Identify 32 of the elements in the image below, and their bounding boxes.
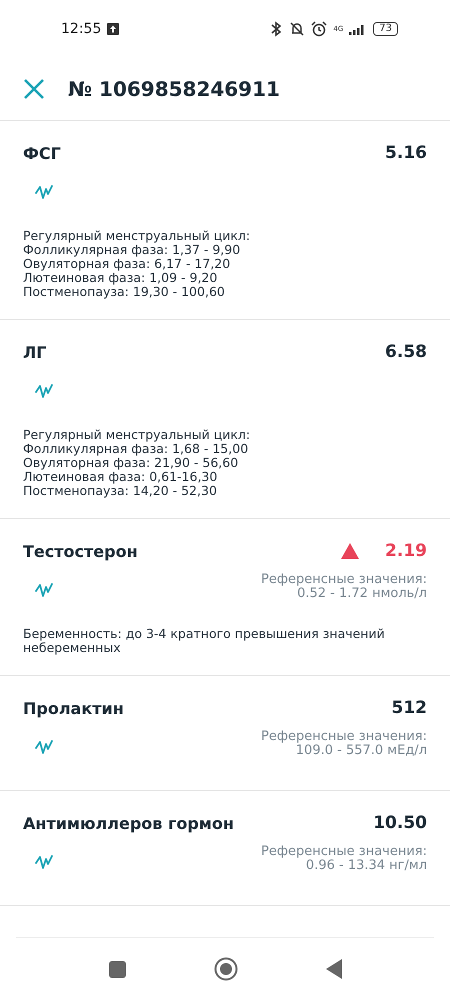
pulse-icon[interactable] xyxy=(35,183,55,201)
test-value: 2.19 xyxy=(385,541,427,561)
reference-note: Регулярный менструальный цикл: Фолликулярная фаза: 1,37 - 9,90 Овуляторная фаза: 6,17 - 17,20 Лютеиновая фаза: 1,09 - 9,20 Постменопауза: 19,30 - 100,60 xyxy=(23,229,252,299)
back-icon[interactable] xyxy=(326,959,342,979)
order-number: № 1069858246911 xyxy=(68,77,280,101)
test-value: 512 xyxy=(392,698,427,718)
pulse-icon[interactable] xyxy=(35,853,55,871)
upload-icon xyxy=(107,23,120,35)
alarm-icon xyxy=(311,21,328,37)
reference-range: Референсные значения: 109.0 - 557.0 мЕд/л xyxy=(261,730,427,758)
pulse-icon[interactable] xyxy=(35,581,55,599)
test-value: 6.58 xyxy=(385,342,427,362)
reference-range: Референсные значения: 0.52 - 1.72 нмоль/л xyxy=(261,573,427,601)
home-icon[interactable] xyxy=(214,957,238,981)
test-name: ФСГ xyxy=(23,144,61,162)
bluetooth-icon xyxy=(269,21,284,37)
test-name: Тестостерон xyxy=(23,542,138,560)
pulse-icon[interactable] xyxy=(35,738,55,756)
status-time: 12:55 xyxy=(61,21,102,37)
test-name: ЛГ xyxy=(23,342,46,362)
muted-bell-icon xyxy=(289,21,306,37)
test-value: 5.16 xyxy=(385,143,427,163)
close-icon[interactable] xyxy=(22,77,46,101)
reference-note: Регулярный менструальный цикл: Фолликулярная фаза: 1,68 - 15,00 Овуляторная фаза: 21,90 - 56,60 Лютеиновая фаза: 0,61-16,30 Постменопауза: 14,20 - 52,30 xyxy=(23,428,252,498)
reference-note: Беременность: до 3-4 кратного превышения значений небеременных xyxy=(23,627,386,655)
test-name: Пролактин xyxy=(23,698,124,718)
test-value: 10.50 xyxy=(373,813,427,833)
square-icon[interactable] xyxy=(108,960,126,978)
pulse-icon[interactable] xyxy=(35,382,55,400)
reference-range: Референсные значения: 0.96 - 13.34 нг/мл xyxy=(261,845,427,873)
battery-level: 73 xyxy=(373,22,398,36)
test-name: Антимюллеров гормон xyxy=(23,814,234,832)
